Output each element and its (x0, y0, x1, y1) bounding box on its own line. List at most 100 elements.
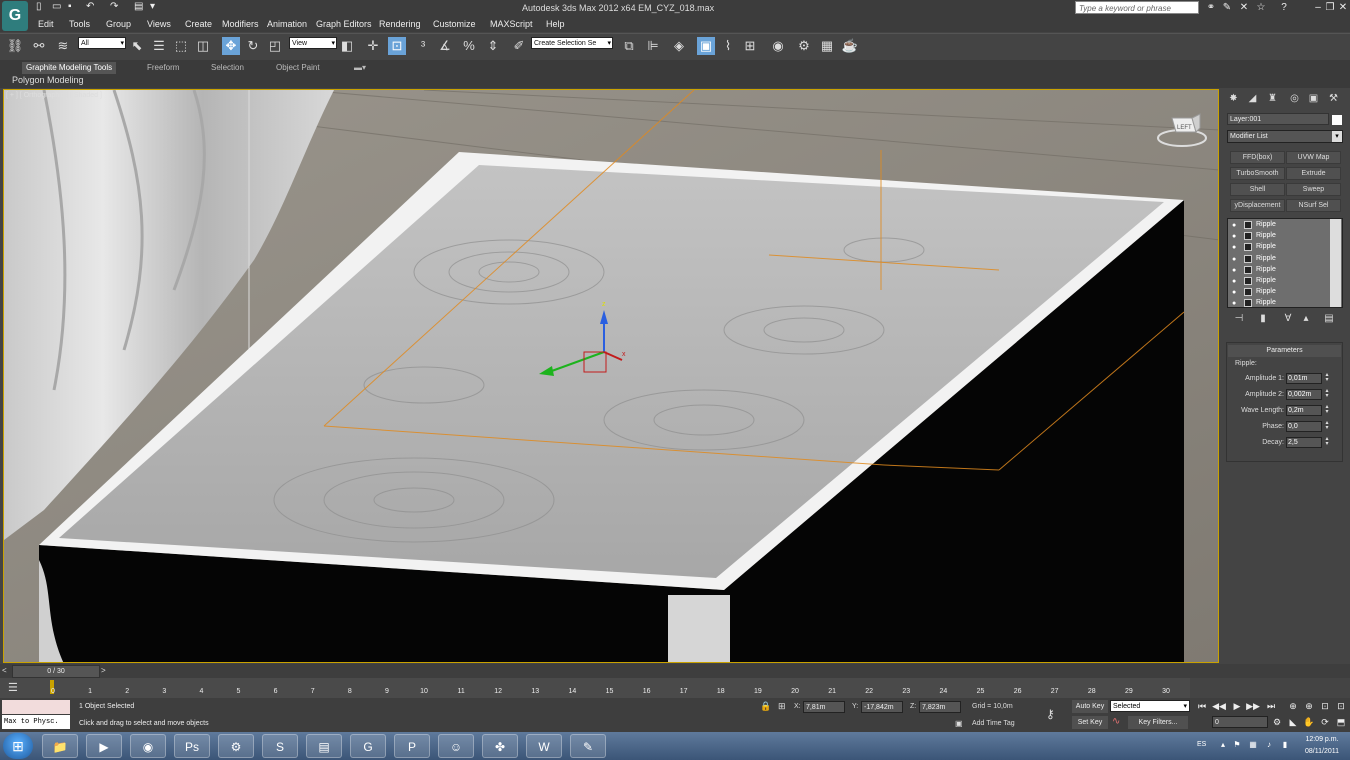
decay-field[interactable]: 2,5 (1286, 437, 1322, 448)
menu-create[interactable]: Create (185, 19, 212, 29)
expand-icon[interactable] (1244, 265, 1252, 274)
tray-flag-icon[interactable]: ⚑ (1232, 740, 1242, 750)
stack-item[interactable]: ● Ripple (1228, 264, 1342, 275)
expand-icon[interactable] (1244, 254, 1252, 263)
bind-to-space-warp-icon[interactable]: ≋ (54, 37, 72, 55)
explorer-taskbar-icon[interactable]: 📁 (42, 734, 78, 758)
make-unique-icon[interactable]: ∀ (1281, 312, 1295, 326)
menu-views[interactable]: Views (147, 19, 171, 29)
align-icon[interactable]: ⊫ (644, 37, 662, 55)
select-object-icon[interactable]: ⬉ (128, 37, 146, 55)
expand-icon[interactable] (1244, 276, 1252, 285)
unlink-icon[interactable]: ⚯ (30, 37, 48, 55)
key-icon[interactable]: ⚷ (1046, 707, 1055, 721)
select-and-rotate-icon[interactable]: ↻ (244, 37, 262, 55)
object-name-field[interactable]: Layer:001 (1227, 113, 1329, 125)
time-config-icon[interactable]: ⚙ (1270, 716, 1284, 728)
start-button[interactable]: ⊞ (3, 733, 33, 759)
menu-help[interactable]: Help (546, 19, 565, 29)
selection-lock-icon[interactable]: 🔒 (760, 701, 771, 712)
show-end-result-icon[interactable]: ▮ (1256, 312, 1270, 326)
photoshop-taskbar-icon[interactable]: Ps (174, 734, 210, 758)
time-prev-icon[interactable]: < (2, 666, 7, 675)
set-key-button[interactable]: Set Key (1072, 716, 1108, 729)
help-icon[interactable]: ? (1278, 2, 1290, 14)
wave-length-field[interactable]: 0,2m (1286, 405, 1322, 416)
field-of-view-icon[interactable]: ◣ (1286, 716, 1300, 728)
current-frame-field[interactable]: 0 (1212, 716, 1268, 728)
communication-center-icon[interactable]: ✎ (1221, 2, 1233, 14)
tray-volume-icon[interactable]: ♪ (1264, 740, 1274, 750)
mirror-icon[interactable]: ⧉ (620, 37, 638, 55)
modifier-stack[interactable]: ● Ripple ● Ripple ● Ripple ● Ripple ● Ripple … (1227, 218, 1343, 308)
menu-rendering[interactable]: Rendering (379, 19, 421, 29)
tray-power-icon[interactable]: ▮ (1280, 740, 1290, 750)
display-tab-icon[interactable]: ▣ (1306, 92, 1321, 106)
z-coord-field[interactable]: 7,823m (919, 701, 961, 713)
zoom-extents-icon[interactable]: ⊡ (1318, 700, 1332, 712)
maximize-viewport-icon[interactable]: ⬒ (1334, 716, 1348, 728)
notes-taskbar-icon[interactable]: ✎ (570, 734, 606, 758)
amplitude2-field[interactable]: 0,002m (1286, 389, 1322, 400)
messenger-taskbar-icon[interactable]: ☺ (438, 734, 474, 758)
selection-filter-dropdown[interactable]: All (78, 37, 126, 50)
set-key-curve-icon[interactable]: ∿ (1112, 716, 1120, 727)
tray-network-icon[interactable]: ▦ (1248, 740, 1258, 750)
favorites-star-icon[interactable]: ☆ (1255, 2, 1267, 14)
maxscript-listener-input[interactable]: Max to Physc. (2, 715, 70, 729)
rendered-frame-window-icon[interactable]: ▦ (818, 37, 836, 55)
modifier-button-shell[interactable]: Shell (1230, 183, 1285, 196)
configure-modifier-sets-icon[interactable]: ▤ (1322, 312, 1336, 326)
modifier-button-displacement[interactable]: yDisplacement (1230, 199, 1285, 212)
modifier-button-sweep[interactable]: Sweep (1286, 183, 1341, 196)
phase-spinner[interactable]: ▴ ▾ (1323, 420, 1331, 432)
close-icon[interactable]: ✕ (1337, 2, 1349, 14)
stack-item[interactable]: ● Ripple (1228, 286, 1342, 297)
use-pivot-center-icon[interactable]: ◧ (338, 37, 356, 55)
modifier-button-uvw-map[interactable]: UVW Map (1286, 151, 1341, 164)
snaps-toggle-icon[interactable]: ³ (414, 37, 432, 55)
time-tag-icon[interactable]: ▣ (955, 719, 963, 728)
menu-edit[interactable]: Edit (38, 19, 54, 29)
manage-layers-icon[interactable]: ◈ (670, 37, 688, 55)
expand-icon[interactable] (1244, 243, 1252, 252)
undo-icon[interactable]: ↶ (86, 2, 96, 12)
auto-key-button[interactable]: Auto Key (1072, 700, 1108, 713)
new-file-icon[interactable]: ▯ (36, 2, 46, 12)
zoom-icon[interactable]: ⊕ (1286, 700, 1300, 712)
maxscript-listener-output[interactable] (2, 700, 70, 714)
reference-coordinate-dropdown[interactable]: View (289, 37, 337, 50)
create-tab-icon[interactable]: ✸ (1226, 92, 1241, 106)
key-mode-dropdown[interactable]: Selected (1110, 700, 1190, 712)
motion-tab-icon[interactable]: ◎ (1287, 92, 1302, 106)
expand-icon[interactable] (1244, 221, 1252, 229)
x-coord-field[interactable]: 7,81m (803, 701, 845, 713)
modify-tab-icon[interactable]: ◢ (1245, 92, 1260, 106)
tab-graphite-modeling-tools[interactable]: Graphite Modeling Tools (22, 62, 117, 74)
search-input[interactable]: Type a keyword or phrase (1075, 1, 1199, 14)
pan-icon[interactable]: ✋ (1302, 716, 1316, 728)
light-bulb-icon[interactable]: ● (1232, 298, 1236, 307)
binoculars-icon[interactable]: ⚭ (1205, 2, 1217, 14)
language-indicator[interactable]: ES (1197, 741, 1206, 748)
mini-curve-editor-icon[interactable]: ☰ (8, 681, 18, 694)
open-file-icon[interactable]: ▭ (52, 2, 62, 12)
expand-icon[interactable] (1244, 299, 1252, 307)
amplitude1-field[interactable]: 0,01m (1286, 373, 1322, 384)
ribbon-options-icon[interactable]: ▬▾ (350, 62, 370, 74)
polygon-modeling-panel[interactable]: Polygon Modeling (12, 75, 84, 85)
play-icon[interactable]: ▶ (1230, 700, 1244, 712)
time-slider[interactable]: 0 / 30 (12, 665, 100, 678)
window-crossing-icon[interactable]: ◫ (194, 37, 212, 55)
redo-icon[interactable]: ↷ (110, 2, 120, 12)
viewport-label[interactable]: [ + ] [ Orthographic ] [ Shaded ] (6, 92, 102, 99)
satellite-icon[interactable]: ✕ (1238, 2, 1250, 14)
y-coord-field[interactable]: -17,842m (861, 701, 903, 713)
time-next-icon[interactable]: > (101, 666, 106, 675)
modifier-button-extrude[interactable]: Extrude (1286, 167, 1341, 180)
keyboard-shortcut-override-icon[interactable]: ⊡ (388, 37, 406, 55)
minimize-icon[interactable]: – (1312, 2, 1324, 14)
modifier-button-nsurf-sel[interactable]: NSurf Sel (1286, 199, 1341, 212)
parameters-rollout-header[interactable]: Parameters (1228, 345, 1341, 357)
decay-spinner[interactable]: ▴ ▾ (1323, 436, 1331, 448)
